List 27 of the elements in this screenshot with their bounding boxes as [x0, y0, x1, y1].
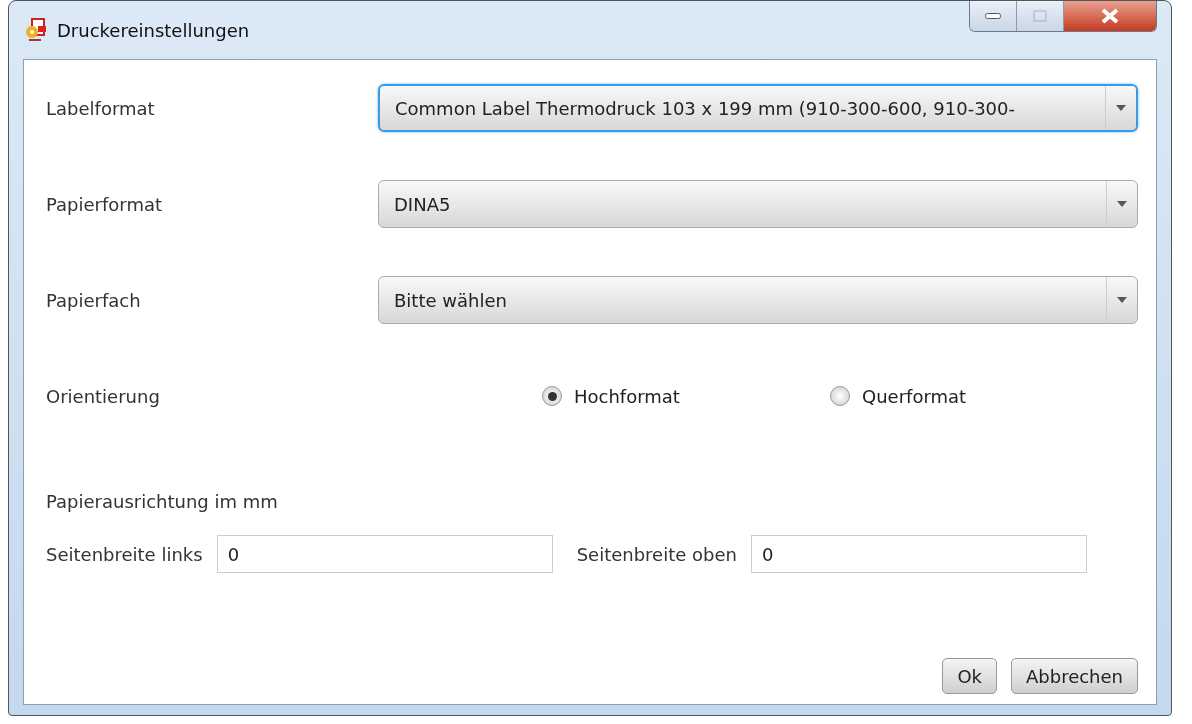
maximize-button[interactable] [1017, 1, 1064, 31]
radio-option[interactable]: Querformat [830, 385, 1118, 407]
field-label: Orientierung [46, 385, 161, 407]
caret-icon [1117, 201, 1127, 207]
field-label: Papierformat [46, 193, 164, 215]
dropdown[interactable]: Common Label Thermodruck 103 x 199 mm (910-300-600, 910-300- [378, 84, 1138, 132]
window-title: Druckereinstellungen [57, 19, 251, 41]
radio-option[interactable]: Hochformat [542, 385, 830, 407]
printer-gear-icon [23, 17, 49, 43]
minimize-button[interactable] [970, 1, 1017, 31]
field-label: Seitenbreite oben [576, 543, 737, 565]
caret-icon [1117, 297, 1127, 303]
input-field[interactable]: 0 [216, 535, 553, 573]
close-icon [1101, 8, 1119, 24]
dialog-button[interactable]: Ok [942, 658, 997, 694]
maximize-icon [1033, 10, 1047, 22]
field-label: Labelformat [46, 97, 156, 119]
minimize-icon [985, 13, 1001, 19]
input-field[interactable]: 0 [750, 535, 1087, 573]
dropdown[interactable]: DINA5 [378, 180, 1138, 228]
dropdown[interactable]: Bitte wählen [378, 276, 1138, 324]
field-label: Papierfach [46, 289, 142, 311]
section-heading: Papierausrichtung im mm [46, 491, 278, 512]
dialog-button[interactable]: Abbrechen [1010, 658, 1138, 694]
close-button[interactable] [1064, 1, 1156, 31]
caret-icon [1116, 105, 1126, 111]
field-label: Seitenbreite links [46, 543, 203, 565]
